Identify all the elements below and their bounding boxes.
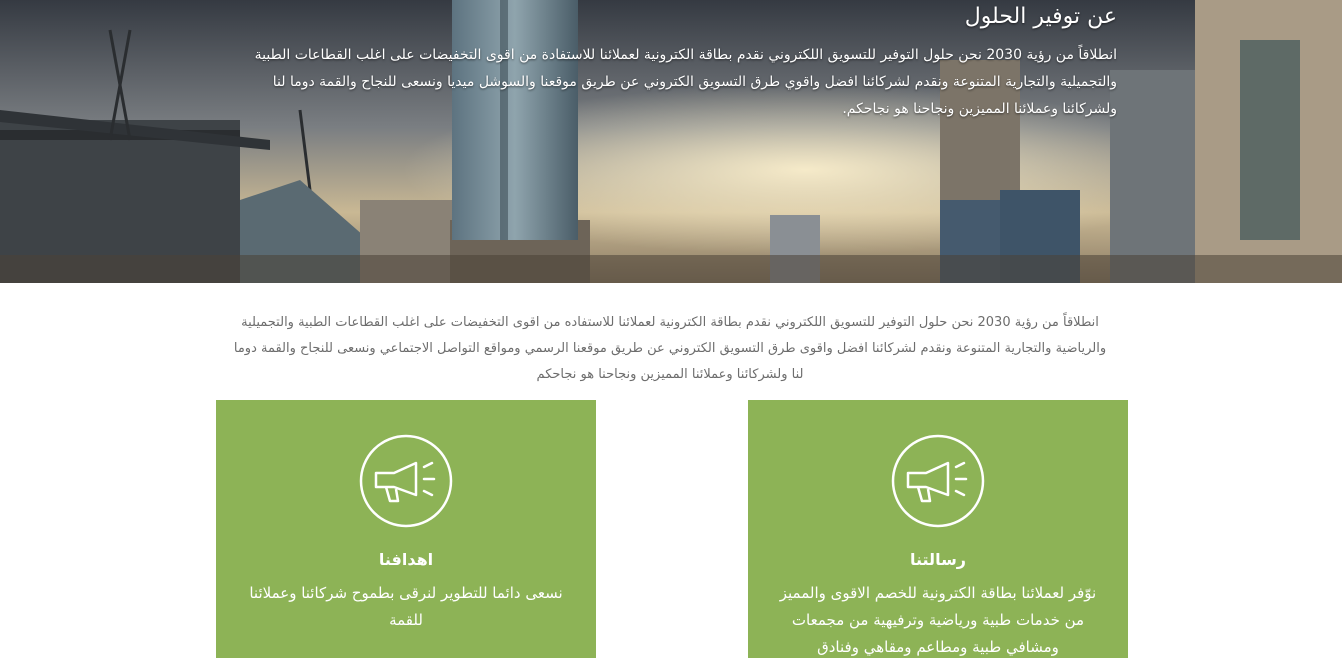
mission-text: نوّفر لعملائنا بطاقة الكترونية للخصم الا… bbox=[779, 584, 1097, 656]
goals-title: اهدافنا bbox=[378, 550, 434, 569]
intro-paragraph: انطلاقاً من رؤية 2030 نحن حلول التوفير ل… bbox=[233, 315, 1107, 382]
megaphone-icon bbox=[358, 433, 454, 529]
mission-title: رسالتنا bbox=[909, 550, 967, 569]
mission-card: رسالتنا نوّفر لعملائنا بطاقة الكترونية ل… bbox=[748, 400, 1128, 658]
goals-text: نسعى دائما للتطوير لنرقى بطموح شركائنا و… bbox=[249, 584, 563, 629]
goals-card: اهدافنا نسعى دائما للتطوير لنرقى بطموح ش… bbox=[216, 400, 596, 658]
hero-description: انطلاقاً من رؤية 2030 نحن حلول التوفير ل… bbox=[254, 47, 1117, 117]
hero-title: عن توفير الحلول bbox=[964, 4, 1117, 29]
hero-text-block: عن توفير الحلول انطلاقاً من رؤية 2030 نح… bbox=[225, 2, 1117, 123]
hero-banner: عن توفير الحلول انطلاقاً من رؤية 2030 نح… bbox=[0, 0, 1342, 283]
megaphone-icon bbox=[890, 433, 986, 529]
